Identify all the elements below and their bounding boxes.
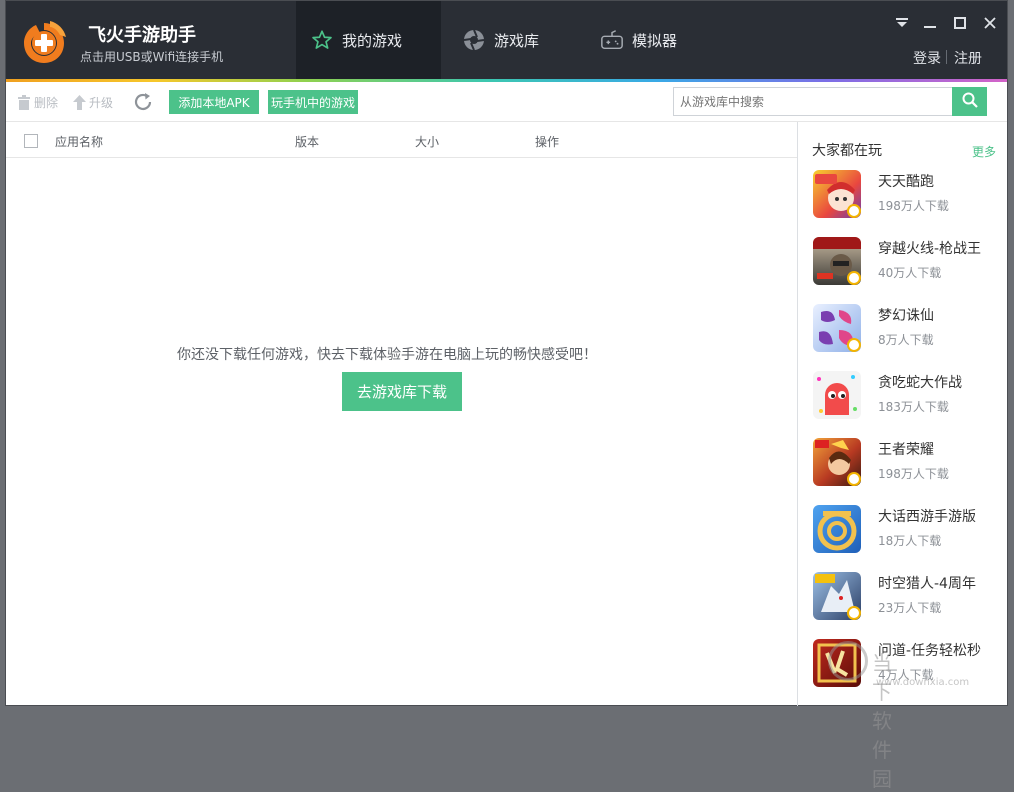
game-downloads: 198万人下载 xyxy=(878,199,949,213)
column-size: 大小 xyxy=(415,135,440,149)
watermark-logo-icon xyxy=(828,641,868,681)
star-icon xyxy=(310,28,334,52)
list-item-game[interactable]: 大话西游手游版 18万人下载 xyxy=(812,505,1002,557)
game-icon-wangzherongyao[interactable] xyxy=(813,438,861,486)
list-item-game[interactable]: 王者荣耀 198万人下载 xyxy=(812,438,1002,490)
popular-games-title: 大家都在玩 xyxy=(812,143,882,159)
login-link[interactable]: 登录 xyxy=(913,48,941,68)
tab-my-games-label: 我的游戏 xyxy=(342,31,403,50)
upgrade-label: 升级 xyxy=(89,96,114,110)
search-input[interactable] xyxy=(673,87,953,116)
game-downloads: 18万人下载 xyxy=(878,534,942,548)
select-all-checkbox[interactable] xyxy=(24,134,38,148)
arrow-up-icon xyxy=(73,95,86,110)
game-icon-menghuanzhuxian[interactable] xyxy=(813,304,861,352)
game-downloads: 8万人下载 xyxy=(878,333,934,347)
column-version: 版本 xyxy=(295,135,320,149)
delete-button[interactable]: 删除 xyxy=(17,94,58,111)
auth-divider xyxy=(946,50,947,64)
list-item-game[interactable]: 时空猎人-4周年 23万人下载 xyxy=(812,572,1002,624)
sidebar-divider xyxy=(797,122,798,706)
tab-game-library[interactable]: 游戏库 xyxy=(454,1,594,79)
watermark-url: www.downxia.com xyxy=(876,677,970,688)
list-item-game[interactable]: 天天酷跑 198万人下载 xyxy=(812,170,1002,222)
trash-icon xyxy=(17,95,31,110)
game-name[interactable]: 时空猎人-4周年 xyxy=(878,573,976,593)
gamepad-icon xyxy=(600,28,624,52)
app-logo-icon xyxy=(20,19,68,67)
game-icon-tiantiankupao[interactable] xyxy=(813,170,861,218)
game-name[interactable]: 大话西游手游版 xyxy=(878,506,976,526)
game-icon-tanchishe[interactable] xyxy=(813,371,861,419)
list-item-game[interactable]: 穿越火线-枪战王 40万人下载 xyxy=(812,237,1002,289)
game-downloads: 183万人下载 xyxy=(878,400,949,414)
title-bar: 飞火手游助手 点击用USB或Wifi连接手机 我的游戏 游戏库 模拟器 登录 注… xyxy=(6,1,1007,79)
game-downloads: 23万人下载 xyxy=(878,601,942,615)
connect-hint[interactable]: 点击用USB或Wifi连接手机 xyxy=(80,48,223,65)
game-name[interactable]: 王者荣耀 xyxy=(878,439,934,459)
empty-state-message: 你还没下载任何游戏，快去下载体验手游在电脑上玩的畅快感受吧！ xyxy=(177,347,597,363)
tab-emulator-label: 模拟器 xyxy=(632,31,678,50)
list-item-game[interactable]: 贪吃蛇大作战 183万人下载 xyxy=(812,371,1002,423)
game-table-header: 应用名称 版本 大小 操作 xyxy=(6,123,797,158)
tab-my-games[interactable]: 我的游戏 xyxy=(296,1,441,79)
game-name[interactable]: 梦幻诛仙 xyxy=(878,305,934,325)
register-link[interactable]: 注册 xyxy=(954,48,982,68)
game-icon-shikonglieren[interactable] xyxy=(813,572,861,620)
tab-game-library-label: 游戏库 xyxy=(494,31,540,50)
app-window: 飞火手游助手 点击用USB或Wifi连接手机 我的游戏 游戏库 模拟器 登录 注… xyxy=(5,0,1008,791)
watermark-text: 当下软件园 xyxy=(872,651,894,791)
app-name: 飞火手游助手 xyxy=(88,25,196,46)
play-phone-games-button[interactable]: 玩手机中的游戏 xyxy=(268,90,358,114)
column-app-name: 应用名称 xyxy=(55,135,104,149)
toolbar: 删除 升级 添加本地APK 玩手机中的游戏 xyxy=(6,82,1007,122)
tab-emulator[interactable]: 模拟器 xyxy=(596,1,736,79)
game-icon-cf[interactable] xyxy=(813,237,861,285)
game-icon-dahuaxiyou[interactable] xyxy=(813,505,861,553)
column-action: 操作 xyxy=(535,135,560,149)
add-local-apk-button[interactable]: 添加本地APK xyxy=(169,90,259,114)
game-name[interactable]: 穿越火线-枪战王 xyxy=(878,238,981,258)
menu-dropdown-icon[interactable] xyxy=(894,15,910,31)
more-link[interactable]: 更多 xyxy=(972,143,996,160)
game-downloads: 198万人下载 xyxy=(878,467,949,481)
go-to-library-button[interactable]: 去游戏库下载 xyxy=(342,372,462,411)
close-icon[interactable] xyxy=(982,15,998,31)
upgrade-button[interactable]: 升级 xyxy=(73,94,113,111)
refresh-button[interactable] xyxy=(132,91,157,113)
search-button[interactable] xyxy=(952,87,987,116)
game-downloads: 40万人下载 xyxy=(878,266,942,280)
delete-label: 删除 xyxy=(34,96,59,110)
minimize-icon[interactable] xyxy=(922,15,938,31)
game-name[interactable]: 贪吃蛇大作战 xyxy=(878,372,962,392)
list-item-game[interactable]: 梦幻诛仙 8万人下载 xyxy=(812,304,1002,356)
game-name[interactable]: 天天酷跑 xyxy=(878,171,934,191)
search-icon xyxy=(962,92,978,111)
aperture-icon xyxy=(462,28,486,52)
refresh-icon xyxy=(132,91,154,113)
maximize-icon[interactable] xyxy=(952,15,968,31)
